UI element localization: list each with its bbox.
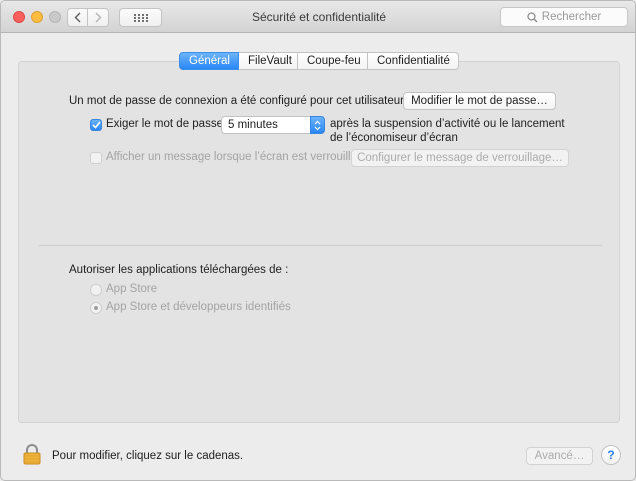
search-icon: [527, 11, 538, 22]
tab-general[interactable]: Général: [179, 52, 239, 70]
lock-message-checkbox[interactable]: [90, 152, 102, 164]
radio-app-store-identified-label: App Store et développeurs identifiés: [106, 301, 291, 313]
help-icon: ?: [607, 448, 615, 462]
preferences-window: Sécurité et confidentialité Rechercher G…: [0, 0, 636, 481]
general-panel: Un mot de passe de connexion a été confi…: [18, 61, 620, 423]
tab-filevault[interactable]: FileVault: [239, 52, 298, 70]
radio-app-store[interactable]: [90, 284, 102, 296]
updown-arrows-icon: [310, 116, 325, 134]
search-field[interactable]: Rechercher: [500, 7, 628, 27]
password-delay-value: 5 minutes: [228, 119, 278, 131]
title-bar: Sécurité et confidentialité Rechercher: [1, 1, 635, 33]
checkmark-icon: [91, 121, 101, 129]
change-password-button[interactable]: Modifier le mot de passe…: [403, 92, 556, 110]
help-button[interactable]: ?: [601, 445, 621, 465]
require-password-label: Exiger le mot de passe: [106, 118, 223, 130]
tab-firewall[interactable]: Coupe-feu: [298, 52, 368, 70]
lock-message-label: Afficher un message lorsque l’écran est …: [106, 151, 357, 163]
allow-apps-heading: Autoriser les applications téléchargées …: [69, 264, 289, 276]
lock-instruction-text: Pour modifier, cliquez sur le cadenas.: [52, 450, 244, 462]
radio-app-store-identified[interactable]: [90, 302, 102, 314]
password-delay-select[interactable]: 5 minutes: [221, 116, 325, 134]
radio-app-store-label: App Store: [106, 283, 158, 295]
tab-bar: Général FileVault Coupe-feu Confidential…: [179, 52, 459, 70]
password-set-text: Un mot de passe de connexion a été confi…: [69, 95, 404, 107]
configure-lock-message-button[interactable]: Configurer le message de verrouillage…: [351, 149, 569, 167]
require-password-checkbox[interactable]: [90, 119, 102, 131]
lock-icon[interactable]: [23, 444, 41, 468]
advanced-button[interactable]: Avancé…: [526, 447, 593, 465]
section-divider: [39, 245, 602, 246]
tab-privacy[interactable]: Confidentialité: [368, 52, 459, 70]
after-delay-text-line1: après la suspension d’activité ou le lan…: [330, 118, 565, 130]
after-delay-text-line2: de l’économiseur d’écran: [330, 132, 458, 144]
search-placeholder: Rechercher: [541, 11, 602, 23]
